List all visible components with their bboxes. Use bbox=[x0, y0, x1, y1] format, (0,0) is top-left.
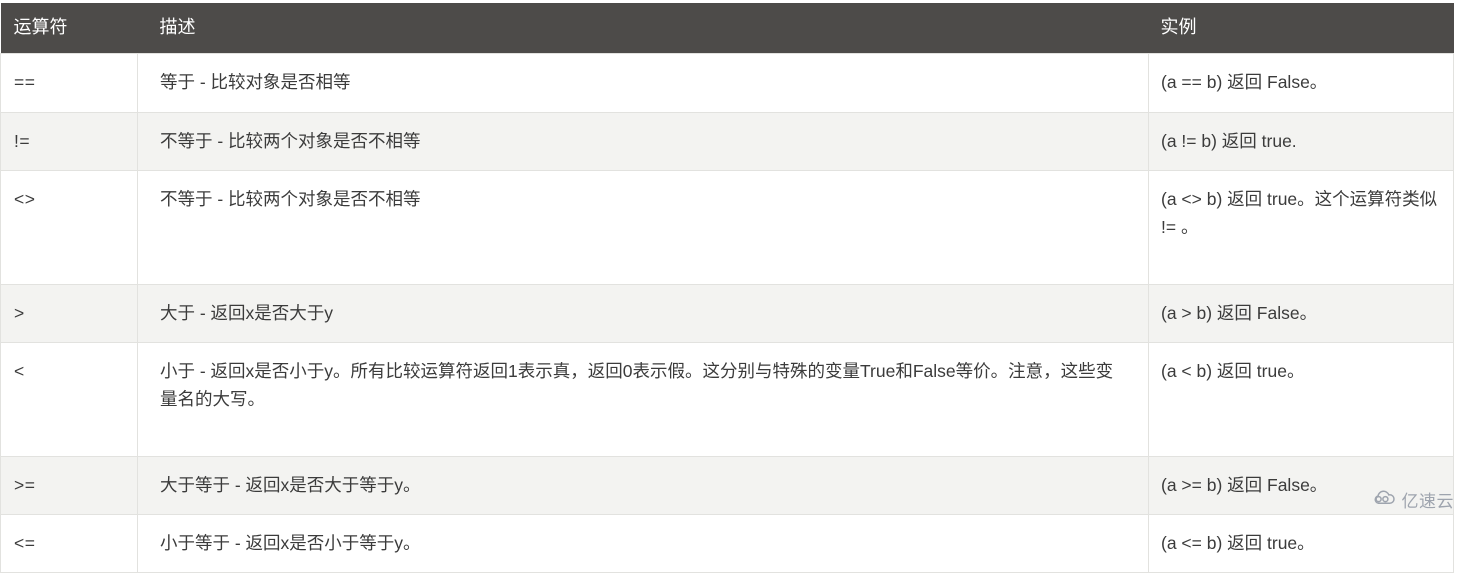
cell-operator: < bbox=[0, 342, 138, 457]
cell-operator: <> bbox=[0, 170, 138, 285]
cell-description: 大于 - 返回x是否大于y bbox=[137, 284, 1149, 344]
operators-table-container: 运算符 描述 实例 == 等于 - 比较对象是否相等 (a == b) 返回 F… bbox=[0, 3, 1454, 573]
table-row: <= 小于等于 - 返回x是否小于等于y。 (a <= b) 返回 true。 bbox=[0, 514, 1454, 573]
cell-description: 小于等于 - 返回x是否小于等于y。 bbox=[137, 514, 1149, 573]
cell-description: 大于等于 - 返回x是否大于等于y。 bbox=[137, 456, 1149, 516]
cell-example: (a == b) 返回 False。 bbox=[1148, 53, 1454, 113]
cell-operator: == bbox=[0, 53, 138, 113]
cell-operator: != bbox=[0, 112, 138, 172]
cell-example: (a != b) 返回 true. bbox=[1148, 112, 1454, 172]
table-row: <> 不等于 - 比较两个对象是否不相等 (a <> b) 返回 true。这个… bbox=[0, 170, 1454, 285]
column-header-description: 描述 bbox=[137, 3, 1149, 54]
cell-example: (a < b) 返回 true。 bbox=[1148, 342, 1454, 457]
table-header-row: 运算符 描述 实例 bbox=[0, 3, 1454, 54]
cell-description: 等于 - 比较对象是否相等 bbox=[137, 53, 1149, 113]
cell-example: (a >= b) 返回 False。 bbox=[1148, 456, 1454, 516]
table-row: == 等于 - 比较对象是否相等 (a == b) 返回 False。 bbox=[0, 53, 1454, 113]
column-header-example: 实例 bbox=[1148, 3, 1454, 54]
column-header-operator: 运算符 bbox=[0, 3, 138, 54]
cell-operator: >= bbox=[0, 456, 138, 516]
cell-description: 小于 - 返回x是否小于y。所有比较运算符返回1表示真，返回0表示假。这分别与特… bbox=[137, 342, 1149, 457]
table-row: >= 大于等于 - 返回x是否大于等于y。 (a >= b) 返回 False。 bbox=[0, 456, 1454, 516]
table-row: < 小于 - 返回x是否小于y。所有比较运算符返回1表示真，返回0表示假。这分别… bbox=[0, 342, 1454, 457]
comparison-operators-table: 运算符 描述 实例 == 等于 - 比较对象是否相等 (a == b) 返回 F… bbox=[0, 3, 1454, 573]
cell-description: 不等于 - 比较两个对象是否不相等 bbox=[137, 170, 1149, 285]
cell-operator: <= bbox=[0, 514, 138, 573]
cell-example: (a > b) 返回 False。 bbox=[1148, 284, 1454, 344]
cell-example: (a <> b) 返回 true。这个运算符类似 != 。 bbox=[1148, 170, 1454, 285]
table-row: != 不等于 - 比较两个对象是否不相等 (a != b) 返回 true. bbox=[0, 112, 1454, 172]
table-body: == 等于 - 比较对象是否相等 (a == b) 返回 False。 != 不… bbox=[0, 53, 1454, 573]
cell-example: (a <= b) 返回 true。 bbox=[1148, 514, 1454, 573]
page-root: 运算符 描述 实例 == 等于 - 比较对象是否相等 (a == b) 返回 F… bbox=[0, 0, 1468, 573]
cell-operator: > bbox=[0, 284, 138, 344]
table-row: > 大于 - 返回x是否大于y (a > b) 返回 False。 bbox=[0, 284, 1454, 344]
table-header: 运算符 描述 实例 bbox=[0, 3, 1454, 54]
cell-description: 不等于 - 比较两个对象是否不相等 bbox=[137, 112, 1149, 172]
